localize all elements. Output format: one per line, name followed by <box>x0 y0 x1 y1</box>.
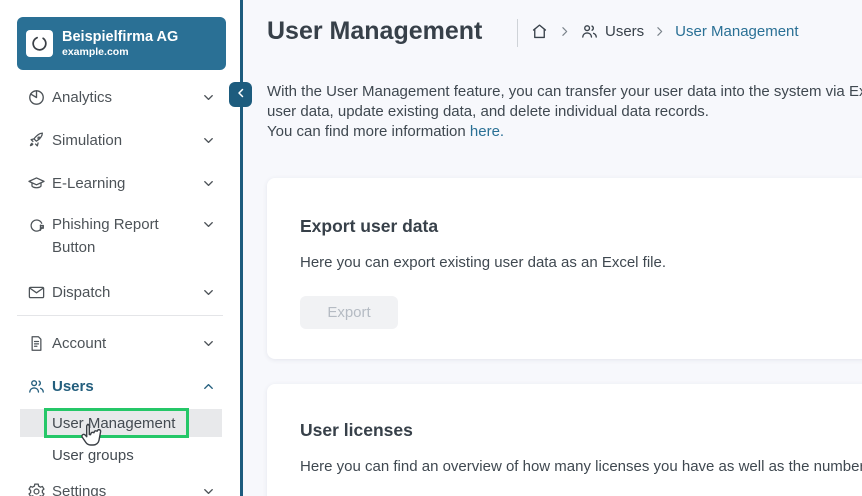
intro-paragraph: With the User Management feature, you ca… <box>267 82 862 142</box>
company-logo-icon <box>26 30 53 57</box>
sidebar-item-label: Analytics <box>52 86 194 109</box>
breadcrumb-current[interactable]: User Management <box>675 23 798 40</box>
users-icon <box>580 22 599 41</box>
rocket-icon <box>27 131 46 150</box>
sidebar-item-label: Simulation <box>52 129 194 152</box>
card-title: Export user data <box>300 216 862 237</box>
intro-line-3: You can find more information here. <box>267 122 862 142</box>
sidebar-item-phishing-report-button[interactable]: Phishing Report Button <box>0 213 240 262</box>
export-user-data-card: Export user data Here you can export exi… <box>267 178 862 359</box>
sidebar-item-account[interactable]: Account <box>0 330 240 356</box>
sidebar-item-label: Phishing Report Button <box>52 213 194 259</box>
chevron-down-icon <box>201 285 216 300</box>
title-breadcrumb-divider <box>517 19 518 47</box>
users-icon <box>27 377 46 396</box>
sidebar: Beispielfirma AG example.com Analytics <box>0 0 240 496</box>
envelope-icon <box>27 283 46 302</box>
company-domain: example.com <box>62 46 178 59</box>
app-window: Beispielfirma AG example.com Analytics <box>0 0 862 496</box>
home-icon <box>530 22 549 41</box>
company-text: Beispielfirma AG example.com <box>62 29 178 59</box>
card-title: User licenses <box>300 420 862 441</box>
intro-line-2: user data, update existing data, and del… <box>267 102 862 122</box>
chevron-down-icon <box>201 90 216 105</box>
sidebar-collapse-button[interactable] <box>229 82 252 107</box>
export-button[interactable]: Export <box>300 296 398 329</box>
sidebar-item-label: E-Learning <box>52 172 194 195</box>
company-name: Beispielfirma AG <box>62 29 178 46</box>
chevron-up-icon <box>201 379 216 394</box>
main-content: User Management <box>243 0 862 496</box>
chevron-down-icon <box>201 176 216 191</box>
chevron-down-icon <box>201 336 216 351</box>
chevron-right-icon <box>558 25 571 38</box>
breadcrumb-users-label: Users <box>605 23 644 40</box>
chevron-down-icon <box>201 133 216 148</box>
card-description: Here you can export existing user data a… <box>300 254 862 271</box>
chevron-down-icon <box>201 217 216 232</box>
sidebar-subitem-user-groups[interactable]: User groups <box>52 447 134 464</box>
chevron-left-icon <box>235 86 247 104</box>
chevron-down-icon <box>201 484 216 496</box>
sidebar-item-label: Account <box>52 332 194 355</box>
company-card[interactable]: Beispielfirma AG example.com <box>17 17 226 70</box>
pie-chart-icon <box>27 88 46 107</box>
user-licenses-card: User licenses Here you can find an overv… <box>267 384 862 496</box>
phishing-hook-icon <box>27 216 46 235</box>
graduation-cap-icon <box>27 174 46 193</box>
sidebar-item-settings[interactable]: Settings <box>0 478 240 496</box>
more-information-link[interactable]: here. <box>470 123 504 140</box>
sidebar-item-dispatch[interactable]: Dispatch <box>0 279 240 305</box>
sidebar-item-elearning[interactable]: E-Learning <box>0 170 240 196</box>
sidebar-item-label: Settings <box>52 480 194 496</box>
sidebar-divider <box>17 315 223 316</box>
page-title: User Management <box>267 17 482 46</box>
card-description: Here you can find an overview of how man… <box>300 458 862 475</box>
breadcrumb: Users User Management <box>530 22 799 41</box>
breadcrumb-home[interactable] <box>530 22 549 41</box>
intro-line-3-text: You can find more information <box>267 123 470 140</box>
gear-icon <box>27 482 46 496</box>
document-icon <box>27 334 46 353</box>
sidebar-item-label: Dispatch <box>52 281 194 304</box>
sidebar-item-users[interactable]: Users <box>0 373 240 399</box>
sidebar-subitem-user-management-label[interactable]: User Management <box>52 415 175 432</box>
sidebar-item-label: Users <box>52 375 194 398</box>
sidebar-item-analytics[interactable]: Analytics <box>0 84 240 110</box>
sidebar-item-simulation[interactable]: Simulation <box>0 127 240 153</box>
intro-line-1: With the User Management feature, you ca… <box>267 82 862 102</box>
breadcrumb-users[interactable]: Users <box>580 22 644 41</box>
chevron-right-icon <box>653 25 666 38</box>
